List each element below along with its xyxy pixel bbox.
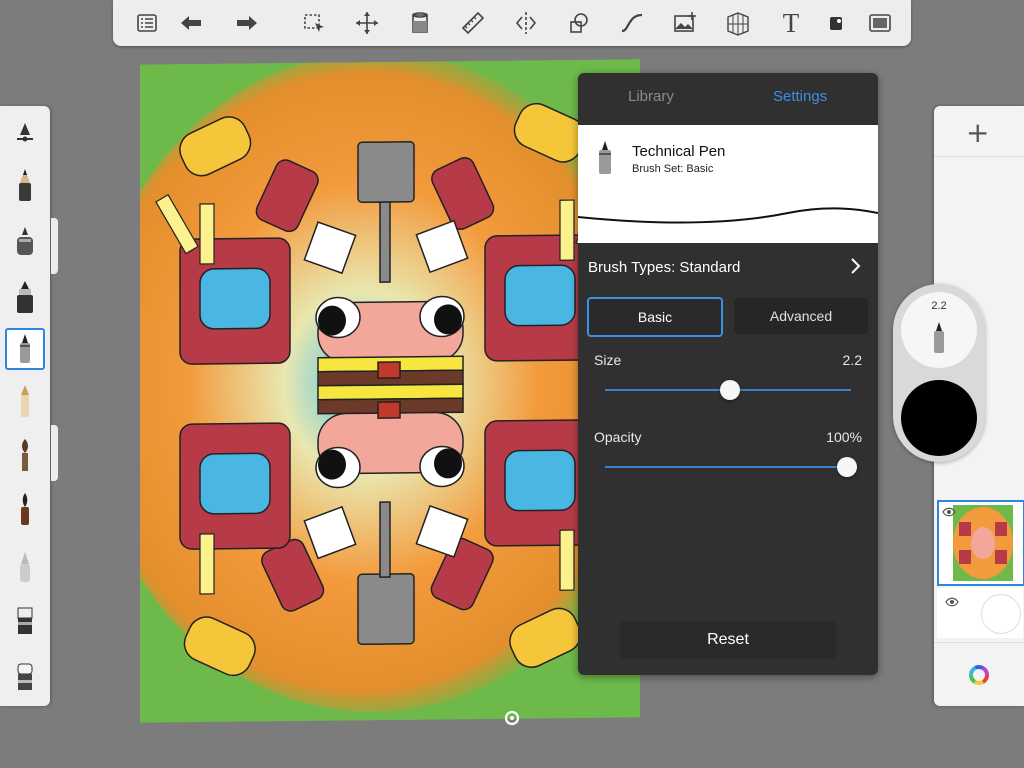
brush-dock-handle[interactable] (51, 425, 58, 481)
transform-icon[interactable] (350, 7, 384, 39)
basic-mode-button[interactable]: Basic (587, 297, 723, 337)
tab-settings[interactable]: Settings (773, 88, 827, 105)
drawing-canvas[interactable] (140, 59, 640, 723)
brush-size-toggle-icon[interactable] (6, 112, 44, 152)
tab-library[interactable]: Library (628, 88, 674, 105)
brush-settings-panel: Library Settings Technical Pen Brush Set… (578, 73, 878, 675)
brush-dock (0, 106, 50, 706)
layer-thumbnail-artwork[interactable] (937, 500, 1024, 586)
ruler-icon[interactable] (456, 7, 490, 39)
brush-set-label: Brush Set: Basic (632, 163, 714, 175)
chevron-right-icon[interactable] (850, 257, 862, 280)
advanced-mode-button[interactable]: Advanced (734, 298, 868, 334)
eraser-icon[interactable] (6, 600, 44, 640)
redo-icon[interactable] (230, 7, 264, 39)
perspective-icon[interactable] (721, 7, 755, 39)
marker-brush-icon[interactable] (6, 277, 44, 317)
ink-pen-brush-icon[interactable] (6, 381, 44, 421)
curve-icon[interactable] (615, 7, 649, 39)
pencil-brush-icon[interactable] (6, 165, 44, 205)
opacity-value: 100% (826, 429, 862, 445)
brush-preview: Technical Pen Brush Set: Basic (578, 125, 878, 243)
opacity-slider-track[interactable] (605, 466, 851, 468)
smudge-brush-icon[interactable] (6, 546, 44, 586)
opacity-label: Opacity (594, 429, 642, 445)
eraser-soft-icon[interactable] (6, 656, 44, 696)
eye-icon[interactable] (942, 504, 956, 522)
brush-pen-icon[interactable] (6, 489, 44, 529)
stroke-preview (578, 207, 878, 224)
shapes-icon[interactable] (562, 7, 596, 39)
size-label: Size (594, 352, 622, 368)
brush-dock-handle[interactable] (51, 218, 58, 274)
reset-button[interactable]: Reset (620, 621, 836, 659)
brush-types-row[interactable]: Brush Types: Standard (588, 259, 740, 276)
size-value: 2.2 (842, 352, 862, 368)
menu-icon[interactable] (130, 7, 164, 39)
puck-size-value: 2.2 (931, 300, 947, 312)
brush-puck[interactable]: 2.2 (893, 284, 985, 462)
size-slider-knob[interactable] (720, 380, 741, 400)
fullscreen-icon[interactable] (863, 7, 897, 39)
current-color-swatch[interactable] (901, 380, 977, 456)
opacity-slider-knob[interactable] (837, 457, 857, 477)
image-icon[interactable] (668, 7, 702, 39)
rotate-handle-icon[interactable] (503, 709, 521, 732)
color-sampler-icon[interactable] (819, 7, 853, 39)
add-layer-icon[interactable]: + (966, 116, 989, 149)
fill-icon[interactable] (403, 7, 437, 39)
technical-pen-icon (594, 139, 616, 182)
undo-icon[interactable] (174, 7, 208, 39)
technical-pen-brush-icon[interactable] (5, 328, 45, 370)
technical-pen-icon (929, 320, 949, 361)
paintbrush-icon[interactable] (6, 435, 44, 475)
brush-name: Technical Pen (632, 143, 726, 160)
layer-thumbnail-background[interactable] (937, 588, 1023, 638)
color-wheel-icon[interactable] (968, 664, 990, 691)
artwork-illustration (140, 59, 640, 723)
text-icon[interactable]: T (774, 7, 808, 39)
airbrush-icon[interactable] (6, 221, 44, 261)
top-toolbar: T (113, 0, 911, 46)
select-icon[interactable] (297, 7, 331, 39)
eye-icon[interactable] (945, 594, 959, 612)
symmetry-icon[interactable] (509, 7, 543, 39)
brush-size-puck[interactable]: 2.2 (901, 292, 977, 368)
